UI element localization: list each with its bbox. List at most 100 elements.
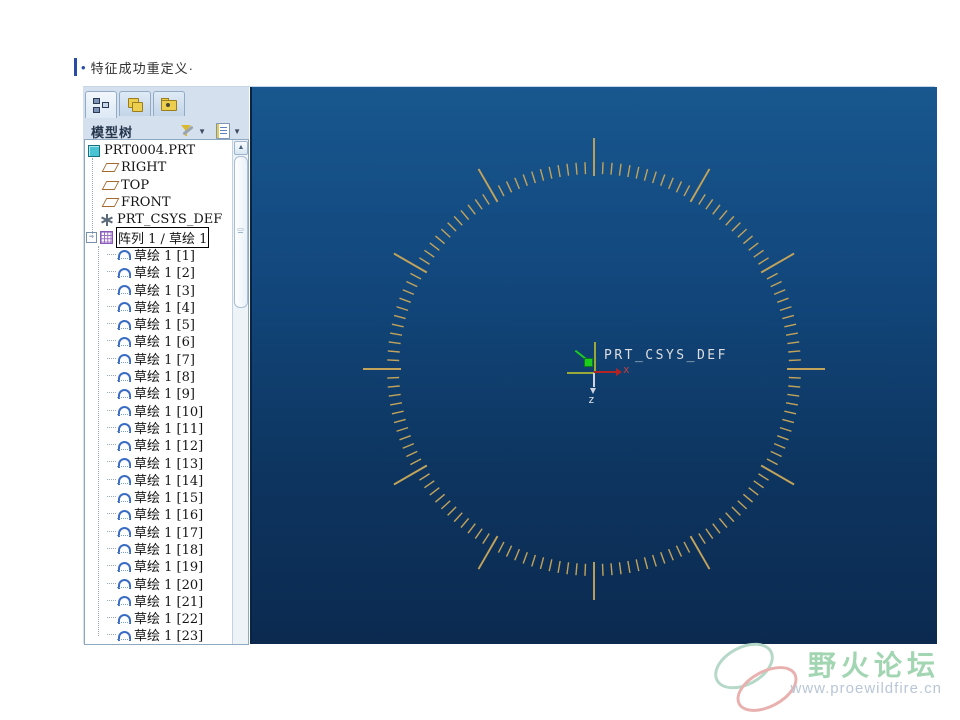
- tree-row[interactable]: 草绘 1 [17]: [85, 523, 231, 540]
- tree-connector: [107, 323, 116, 324]
- tree-row[interactable]: 草绘 1 [8]: [85, 367, 231, 384]
- tree-item-label: 草绘 1 [14]: [134, 470, 203, 489]
- tree-row[interactable]: FRONT: [85, 194, 231, 211]
- layer-tree-tab[interactable]: [119, 91, 151, 116]
- tree-connector: [107, 479, 116, 480]
- tree-connector: [107, 289, 116, 290]
- tree-connector: [107, 583, 116, 584]
- sketch-icon: [117, 371, 130, 381]
- part-icon: [88, 145, 100, 157]
- tree-item-label: 草绘 1 [23]: [134, 625, 203, 644]
- tree-row[interactable]: 草绘 1 [6]: [85, 332, 231, 349]
- tree-item-label: 草绘 1 [7]: [134, 349, 195, 368]
- pattern-icon: [100, 231, 113, 244]
- tree-row[interactable]: 草绘 1 [13]: [85, 453, 231, 470]
- sketch-icon: [117, 284, 130, 294]
- tree-connector: [107, 358, 116, 359]
- sketch-icon: [117, 319, 130, 329]
- tree-item-label: 草绘 1 [12]: [134, 435, 203, 454]
- tree-item-label: RIGHT: [121, 160, 166, 175]
- tree-connector: [107, 427, 116, 428]
- tree-row[interactable]: 草绘 1 [2]: [85, 263, 231, 280]
- scrollbar-thumb[interactable]: [234, 156, 248, 308]
- tree-row[interactable]: 草绘 1 [3]: [85, 280, 231, 297]
- message-bullet-icon: •: [81, 61, 86, 74]
- tree-item-label: FRONT: [121, 195, 171, 210]
- tree-item-label: PRT_CSYS_DEF: [117, 212, 222, 227]
- tree-row[interactable]: 草绘 1 [20]: [85, 574, 231, 591]
- tree-row[interactable]: 草绘 1 [4]: [85, 298, 231, 315]
- tree-item-label: 草绘 1 [21]: [134, 591, 203, 610]
- tree-row[interactable]: 草绘 1 [16]: [85, 505, 231, 522]
- tree-item-label: 草绘 1 [15]: [134, 487, 203, 506]
- forum-watermark: 野火论坛 www.proewildfire.cn: [712, 644, 942, 712]
- sketch-icon: [117, 457, 130, 467]
- list-display-icon: [216, 123, 230, 139]
- tree-connector: [107, 634, 116, 635]
- tree-row[interactable]: 草绘 1 [22]: [85, 609, 231, 626]
- tree-row[interactable]: −阵列 1 / 草绘 1: [85, 228, 231, 245]
- tree-connector: [107, 617, 116, 618]
- tree-row[interactable]: 草绘 1 [15]: [85, 488, 231, 505]
- tree-row[interactable]: RIGHT: [85, 159, 231, 176]
- layers-icon: [127, 97, 143, 112]
- tree-scrollbar[interactable]: ▲: [232, 140, 248, 644]
- sketch-icon: [117, 422, 130, 432]
- pattern-ring-ticks: [252, 87, 937, 644]
- tree-row[interactable]: TOP: [85, 177, 231, 194]
- navigator-panel: 模型树 ▼ ▼ P: [83, 87, 249, 644]
- tree-connector: [107, 531, 116, 532]
- folder-browser-tab[interactable]: [153, 91, 185, 116]
- application-window: • 特征成功重定义· 模型树: [0, 0, 960, 720]
- tree-item-label: 草绘 1 [1]: [134, 245, 195, 264]
- tree-display-button[interactable]: ▼: [214, 121, 243, 141]
- plane-icon: [102, 198, 120, 207]
- scroll-up-button[interactable]: ▲: [234, 141, 248, 155]
- tree-row[interactable]: 草绘 1 [18]: [85, 540, 231, 557]
- tree-row[interactable]: 草绘 1 [19]: [85, 557, 231, 574]
- sketch-icon: [117, 578, 130, 588]
- graphics-viewport[interactable]: x z PRT_CSYS_DEF: [250, 87, 937, 644]
- tree-item-label: 草绘 1 [5]: [134, 314, 195, 333]
- tree-row[interactable]: 草绘 1 [21]: [85, 592, 231, 609]
- tree-connector: [107, 271, 116, 272]
- tree-structure-icon: [93, 98, 109, 113]
- tree-row[interactable]: 草绘 1 [7]: [85, 350, 231, 367]
- tree-item-label: 草绘 1 [6]: [134, 331, 195, 350]
- tree-connector: [107, 548, 116, 549]
- tree-item-label: 草绘 1 [9]: [134, 383, 195, 402]
- panel-title: 模型树: [91, 122, 133, 141]
- model-tree-tab[interactable]: [85, 91, 117, 118]
- main-area: 模型树 ▼ ▼ P: [83, 86, 935, 644]
- tree-connector: [107, 461, 116, 462]
- tree-row[interactable]: 草绘 1 [9]: [85, 384, 231, 401]
- sketch-icon: [117, 509, 130, 519]
- tree-connector: [107, 254, 116, 255]
- tree-row[interactable]: PRT_CSYS_DEF: [85, 211, 231, 228]
- message-accent-bar: [74, 58, 77, 76]
- tree-item-label: PRT0004.PRT: [104, 143, 195, 158]
- tree-row[interactable]: 草绘 1 [5]: [85, 315, 231, 332]
- sketch-icon: [117, 267, 130, 277]
- tree-row[interactable]: 草绘 1 [12]: [85, 436, 231, 453]
- sketch-icon: [117, 474, 130, 484]
- tree-row[interactable]: 草绘 1 [10]: [85, 401, 231, 418]
- tree-item-label: 草绘 1 [22]: [134, 608, 203, 627]
- sketch-icon: [117, 440, 130, 450]
- tree-filters-button[interactable]: ▼: [178, 121, 208, 141]
- tree-row[interactable]: 草绘 1 [23]: [85, 626, 231, 643]
- model-tree-list: PRT0004.PRT RIGHT TOPFRONT PRT_CSYS_DEF−阵列 …: [85, 142, 231, 644]
- sketch-icon: [117, 353, 130, 363]
- tree-row[interactable]: 草绘 1 [11]: [85, 419, 231, 436]
- tree-row[interactable]: PRT0004.PRT: [85, 142, 231, 159]
- sketch-icon: [117, 543, 130, 553]
- tree-item-label: 草绘 1 [11]: [134, 418, 203, 437]
- sketch-icon: [117, 249, 130, 259]
- tree-connector: [107, 340, 116, 341]
- tree-row[interactable]: 草绘 1 [14]: [85, 471, 231, 488]
- sketch-icon: [117, 388, 130, 398]
- tree-connector: [107, 600, 116, 601]
- tree-item-label: 草绘 1 [17]: [134, 522, 203, 541]
- tree-row[interactable]: 草绘 1 [1]: [85, 246, 231, 263]
- tree-guide-line: [92, 158, 93, 238]
